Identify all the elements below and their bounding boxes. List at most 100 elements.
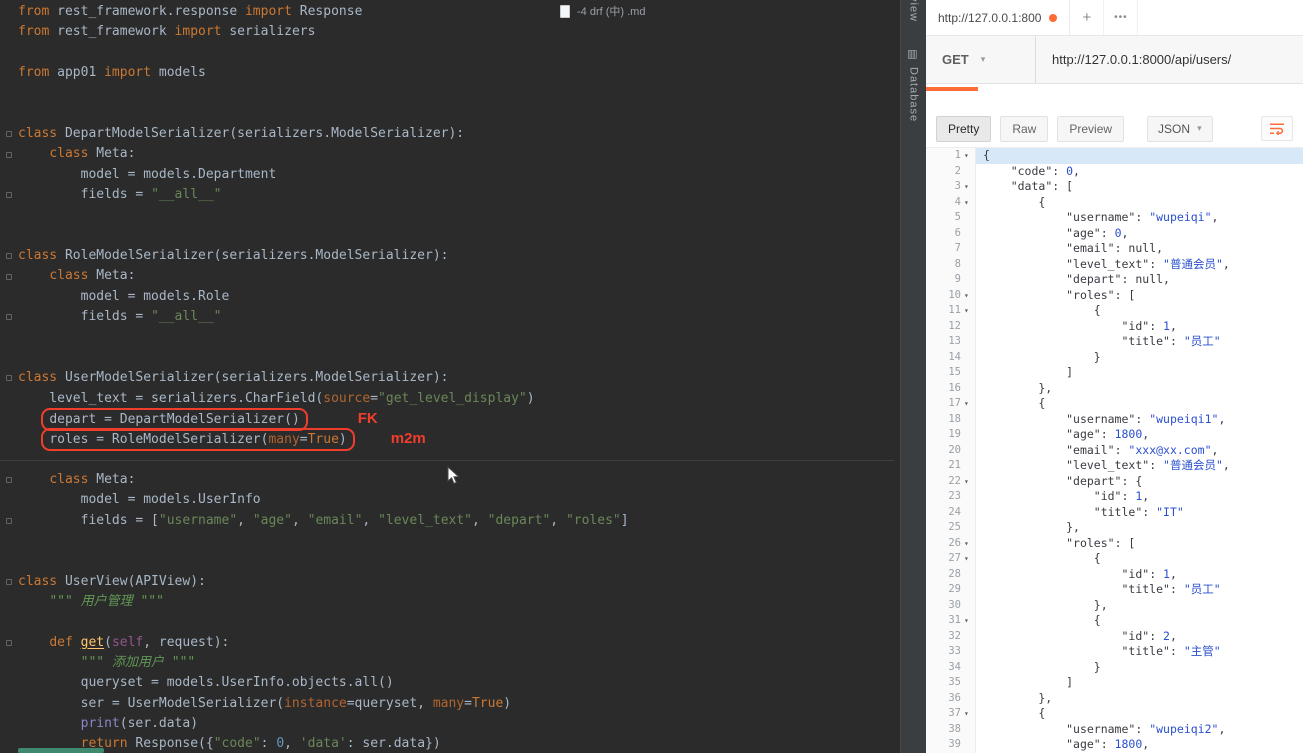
code-line[interactable]: from app01 import models bbox=[0, 63, 894, 83]
code-line[interactable]: class UserModelSerializer(serializers.Mo… bbox=[0, 368, 894, 388]
code-line[interactable]: class RoleModelSerializer(serializers.Mo… bbox=[0, 246, 894, 266]
code-line[interactable]: ser = UserModelSerializer(instance=query… bbox=[0, 694, 894, 714]
code-line[interactable] bbox=[0, 205, 894, 225]
fold-toggle-icon[interactable]: ▾ bbox=[964, 474, 975, 490]
line-number: 20 bbox=[948, 443, 961, 456]
view-button-pretty[interactable]: Pretty bbox=[936, 115, 992, 142]
json-line: 37 ▾ { bbox=[926, 706, 1303, 722]
code-line[interactable]: """ 用户管理 """ bbox=[0, 592, 894, 612]
fold-marker bbox=[0, 551, 18, 571]
line-gutter: 36 bbox=[926, 690, 976, 706]
json-line: 8 "level_text": "普通会员", bbox=[926, 256, 1303, 272]
code-line[interactable]: class Meta: bbox=[0, 266, 894, 286]
code-line[interactable] bbox=[0, 83, 894, 103]
line-gutter: 11 ▾ bbox=[926, 303, 976, 319]
fold-toggle-icon[interactable]: ▾ bbox=[964, 288, 975, 304]
code-line[interactable]: fields = "__all__" bbox=[0, 307, 894, 327]
code-line[interactable]: from rest_framework.response import Resp… bbox=[0, 2, 894, 22]
code-line[interactable]: return Response({"code": 0, 'data': ser.… bbox=[0, 734, 894, 753]
json-line: 29 "title": "员工" bbox=[926, 582, 1303, 598]
url-input[interactable]: http://127.0.0.1:8000/api/users/ bbox=[1036, 52, 1303, 67]
code-line[interactable]: from rest_framework import serializers bbox=[0, 22, 894, 42]
fold-toggle-icon[interactable]: ▾ bbox=[964, 706, 975, 722]
fold-toggle-icon[interactable]: ▾ bbox=[964, 195, 975, 211]
line-number: 36 bbox=[948, 691, 961, 704]
fold-marker[interactable] bbox=[0, 144, 18, 164]
code-line[interactable] bbox=[0, 551, 894, 571]
fold-toggle-icon[interactable]: ▾ bbox=[964, 303, 975, 319]
code-editor[interactable]: from rest_framework.response import Resp… bbox=[0, 0, 900, 753]
line-gutter: 39 bbox=[926, 737, 976, 753]
code-line[interactable]: model = models.UserInfo bbox=[0, 490, 894, 510]
fold-marker[interactable] bbox=[0, 572, 18, 592]
fold-marker[interactable] bbox=[0, 307, 18, 327]
code-line[interactable] bbox=[0, 226, 894, 246]
line-gutter: 20 bbox=[926, 442, 976, 458]
code-line[interactable]: fields = "__all__" bbox=[0, 185, 894, 205]
json-line: 35 ] bbox=[926, 675, 1303, 691]
json-line: 33 "title": "主管" bbox=[926, 644, 1303, 660]
fold-marker[interactable] bbox=[0, 470, 18, 490]
line-number: 1 bbox=[954, 149, 961, 161]
code-line[interactable]: model = models.Department bbox=[0, 165, 894, 185]
code-line[interactable]: print(ser.data) bbox=[0, 714, 894, 734]
code-line[interactable] bbox=[0, 104, 894, 124]
code-line[interactable] bbox=[0, 43, 894, 63]
method-select[interactable]: GET ▾ bbox=[926, 36, 1036, 83]
code-line[interactable] bbox=[0, 348, 894, 368]
line-gutter: 4 ▾ bbox=[926, 194, 976, 211]
wrap-lines-button[interactable] bbox=[1261, 116, 1293, 141]
code-line[interactable]: def get(self, request): bbox=[0, 633, 894, 653]
fold-toggle-icon[interactable]: ▾ bbox=[964, 551, 975, 567]
fold-toggle-icon[interactable]: ▾ bbox=[964, 179, 975, 195]
tab-options-button[interactable]: ••• bbox=[1104, 0, 1139, 35]
fold-marker[interactable] bbox=[0, 124, 18, 144]
code-line[interactable]: depart = DepartModelSerializer() FK bbox=[0, 407, 894, 431]
fold-marker[interactable] bbox=[0, 633, 18, 653]
json-line: 34 } bbox=[926, 659, 1303, 675]
code-line[interactable]: class DepartModelSerializer(serializers.… bbox=[0, 124, 894, 144]
code-line[interactable]: queryset = models.UserInfo.objects.all() bbox=[0, 673, 894, 693]
line-number: 9 bbox=[954, 273, 961, 285]
fold-marker[interactable] bbox=[0, 246, 18, 266]
mouse-cursor bbox=[447, 466, 460, 485]
code-line[interactable]: class Meta: bbox=[0, 144, 894, 164]
line-gutter: 26 ▾ bbox=[926, 535, 976, 552]
tool-window-view[interactable]: view bbox=[908, 0, 920, 22]
tool-window-database[interactable]: Database bbox=[908, 67, 920, 122]
response-body[interactable]: 1 ▾{2 "code": 0, 3 ▾ "data": [4 ▾ {5 "userna… bbox=[926, 148, 1303, 753]
editor-tab-md[interactable]: -4 drf (中) .md bbox=[560, 3, 645, 19]
line-gutter: 1 ▾ bbox=[926, 148, 976, 164]
request-tab[interactable]: http://127.0.0.1:800 bbox=[926, 0, 1071, 35]
json-line: 36 }, bbox=[926, 690, 1303, 706]
format-select[interactable]: JSON ▾ bbox=[1147, 115, 1213, 142]
line-gutter: 33 bbox=[926, 644, 976, 660]
code-line[interactable] bbox=[0, 328, 894, 348]
fold-marker[interactable] bbox=[0, 185, 18, 205]
line-gutter: 17 ▾ bbox=[926, 396, 976, 412]
fold-marker[interactable] bbox=[0, 511, 18, 531]
screen: from rest_framework.response import Resp… bbox=[0, 0, 1303, 753]
line-gutter: 12 bbox=[926, 318, 976, 334]
json-line: 10 ▾ "roles": [ bbox=[926, 287, 1303, 304]
code-line[interactable]: level_text = serializers.CharField(sourc… bbox=[0, 389, 894, 409]
line-number: 4 bbox=[954, 195, 961, 208]
code-line[interactable] bbox=[0, 612, 894, 632]
code-line[interactable] bbox=[0, 531, 894, 551]
fold-toggle-icon[interactable]: ▾ bbox=[964, 613, 975, 629]
code-line[interactable]: fields = ["username", "age", "email", "l… bbox=[0, 511, 894, 531]
json-line: 11 ▾ { bbox=[926, 303, 1303, 319]
code-line[interactable]: class UserView(APIView): bbox=[0, 572, 894, 592]
code-line[interactable]: """ 添加用户 """ bbox=[0, 653, 894, 673]
code-line[interactable]: roles = RoleModelSerializer(many=True) m2… bbox=[0, 428, 894, 452]
view-button-raw[interactable]: Raw bbox=[1000, 115, 1049, 142]
fold-toggle-icon[interactable]: ▾ bbox=[964, 396, 975, 412]
fold-marker[interactable] bbox=[0, 368, 18, 388]
line-gutter: 21 bbox=[926, 458, 976, 474]
code-line[interactable]: model = models.Role bbox=[0, 287, 894, 307]
fold-toggle-icon[interactable]: ▾ bbox=[964, 536, 975, 552]
fold-marker[interactable] bbox=[0, 266, 18, 286]
new-tab-button[interactable]: + bbox=[1070, 0, 1105, 35]
view-button-preview[interactable]: Preview bbox=[1057, 115, 1125, 142]
fold-toggle-icon[interactable]: ▾ bbox=[964, 148, 975, 164]
